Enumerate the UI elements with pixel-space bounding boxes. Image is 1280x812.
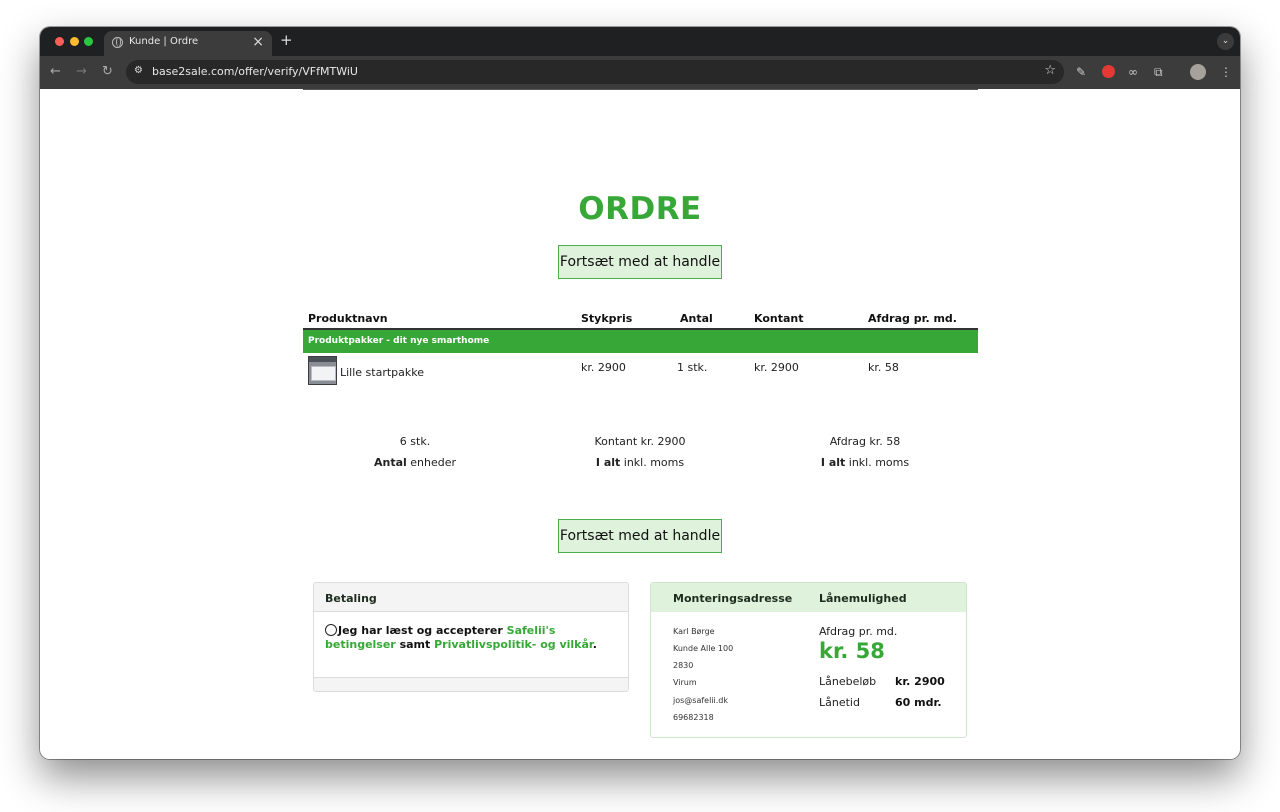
puzzle-extensions-icon[interactable]: ⧉ xyxy=(1154,64,1163,80)
address-city: Virum xyxy=(673,678,697,687)
browser-tab[interactable]: Kunde | Ordre × xyxy=(104,31,272,56)
product-unit-price: kr. 2900 xyxy=(581,361,626,374)
summary-cash-label-bold: I alt xyxy=(595,456,621,469)
mounting-address-title: Monteringsadresse xyxy=(673,592,793,605)
page-content: ORDRE Fortsæt med at handle Produktnavn … xyxy=(40,89,1240,759)
address-phone: 69682318 xyxy=(673,713,714,722)
profile-avatar[interactable] xyxy=(1190,64,1206,80)
tab-search-chevron-icon[interactable]: ⌄ xyxy=(1217,33,1234,50)
loan-amount-label: Lånebeløb xyxy=(819,675,877,688)
address-street: Kunde Alle 100 xyxy=(673,644,734,653)
browser-menu-icon[interactable]: ⋮ xyxy=(1220,64,1232,80)
product-name[interactable]: Lille startpakke xyxy=(340,366,424,379)
browser-toolbar: ← → ↻ ⚙ base2sale.com/offer/verify/VFfMT… xyxy=(40,56,1240,89)
terms-suffix: . xyxy=(592,638,597,651)
privacy-link[interactable]: Privatlivspolitik- og vilkår xyxy=(434,638,593,651)
address-email: jos@safelii.dk xyxy=(673,696,729,705)
summary-monthly-value: Afdrag kr. 58 xyxy=(829,435,901,448)
loan-term-label: Lånetid xyxy=(819,696,860,709)
product-cash: kr. 2900 xyxy=(754,361,799,374)
header-divider xyxy=(303,89,978,90)
product-qty: 1 stk. xyxy=(677,361,708,374)
mounting-loan-header: Monteringsadresse Lånemulighed xyxy=(651,583,966,612)
summary-cash-label: I alt inkl. moms xyxy=(540,456,740,469)
address-zip: 2830 xyxy=(673,661,694,670)
summary-monthly-label-bold: I alt xyxy=(820,456,846,469)
loan-monthly-label: Afdrag pr. md. xyxy=(819,625,898,638)
summary-units-label-rest: enheder xyxy=(410,456,457,469)
summary-monthly-label-rest: inkl. moms xyxy=(848,456,910,469)
loan-term-value: 60 mdr. xyxy=(895,696,942,709)
continue-shopping-button-bottom[interactable]: Fortsæt med at handle xyxy=(558,519,722,553)
product-monthly: kr. 58 xyxy=(868,361,899,374)
minimize-window-button[interactable] xyxy=(70,37,79,46)
category-row: Produktpakker - dit nye smarthome xyxy=(303,330,978,353)
forward-icon[interactable]: → xyxy=(76,64,87,80)
col-header-product: Produktnavn xyxy=(308,312,388,325)
bookmark-star-icon[interactable]: ☆ xyxy=(1044,63,1056,78)
address-name: Karl Børge xyxy=(673,627,715,636)
col-header-monthly: Afdrag pr. md. xyxy=(868,312,957,325)
category-label: Produktpakker - dit nye smarthome xyxy=(308,336,490,346)
summary-units-label: Antal enheder xyxy=(315,456,515,469)
terms-prefix: Jeg har læst og accepterer xyxy=(338,624,503,637)
accept-terms-text: Jeg har læst og accepterer Safelii's bet… xyxy=(325,624,615,652)
back-icon[interactable]: ← xyxy=(50,64,61,80)
maximize-window-button[interactable] xyxy=(84,37,93,46)
col-header-cash: Kontant xyxy=(754,312,804,325)
payment-panel-header: Betaling xyxy=(314,583,628,612)
payment-panel: Betaling Jeg har læst og accepterer Safe… xyxy=(313,582,629,692)
close-window-button[interactable] xyxy=(55,37,64,46)
globe-icon xyxy=(112,37,123,48)
payment-panel-footer xyxy=(314,677,628,691)
continue-shopping-button-top[interactable]: Fortsæt med at handle xyxy=(558,245,722,279)
address-bar[interactable]: ⚙ base2sale.com/offer/verify/VFfMTWiU ☆ xyxy=(126,60,1064,84)
mounting-loan-panel: Monteringsadresse Lånemulighed Karl Børg… xyxy=(650,582,967,738)
site-info-icon[interactable]: ⚙ xyxy=(134,65,146,77)
col-header-qty: Antal xyxy=(680,312,713,325)
loan-option-title: Lånemulighed xyxy=(819,592,907,605)
shield-extension-icon[interactable] xyxy=(1102,65,1115,78)
summary-monthly-label: I alt inkl. moms xyxy=(765,456,965,469)
payment-title: Betaling xyxy=(325,592,377,605)
summary-units-label-bold: Antal xyxy=(373,456,407,469)
terms-mid: samt xyxy=(399,638,431,651)
page-title: ORDRE xyxy=(578,191,702,227)
url-text[interactable]: base2sale.com/offer/verify/VFfMTWiU xyxy=(152,65,358,78)
summary-units-value: 6 stk. xyxy=(399,435,431,448)
eyedropper-extension-icon[interactable]: ✎ xyxy=(1076,64,1086,80)
browser-window: Kunde | Ordre × + ⌄ ← → ↻ ⚙ base2sale.co… xyxy=(40,27,1240,759)
glasses-extension-icon[interactable]: ∞ xyxy=(1128,64,1138,80)
close-tab-icon[interactable]: × xyxy=(252,34,264,50)
new-tab-icon[interactable]: + xyxy=(280,31,293,49)
summary-cash-value: Kontant kr. 2900 xyxy=(594,435,686,448)
summary-cash-label-rest: inkl. moms xyxy=(623,456,685,469)
loan-amount-value: kr. 2900 xyxy=(895,675,945,688)
reload-icon[interactable]: ↻ xyxy=(102,64,113,80)
loan-monthly-value: kr. 58 xyxy=(819,639,885,663)
product-thumbnail[interactable] xyxy=(308,356,337,385)
tab-title: Kunde | Ordre xyxy=(129,36,199,47)
tab-bar: Kunde | Ordre × + ⌄ xyxy=(40,27,1240,56)
col-header-unit-price: Stykpris xyxy=(581,312,633,325)
